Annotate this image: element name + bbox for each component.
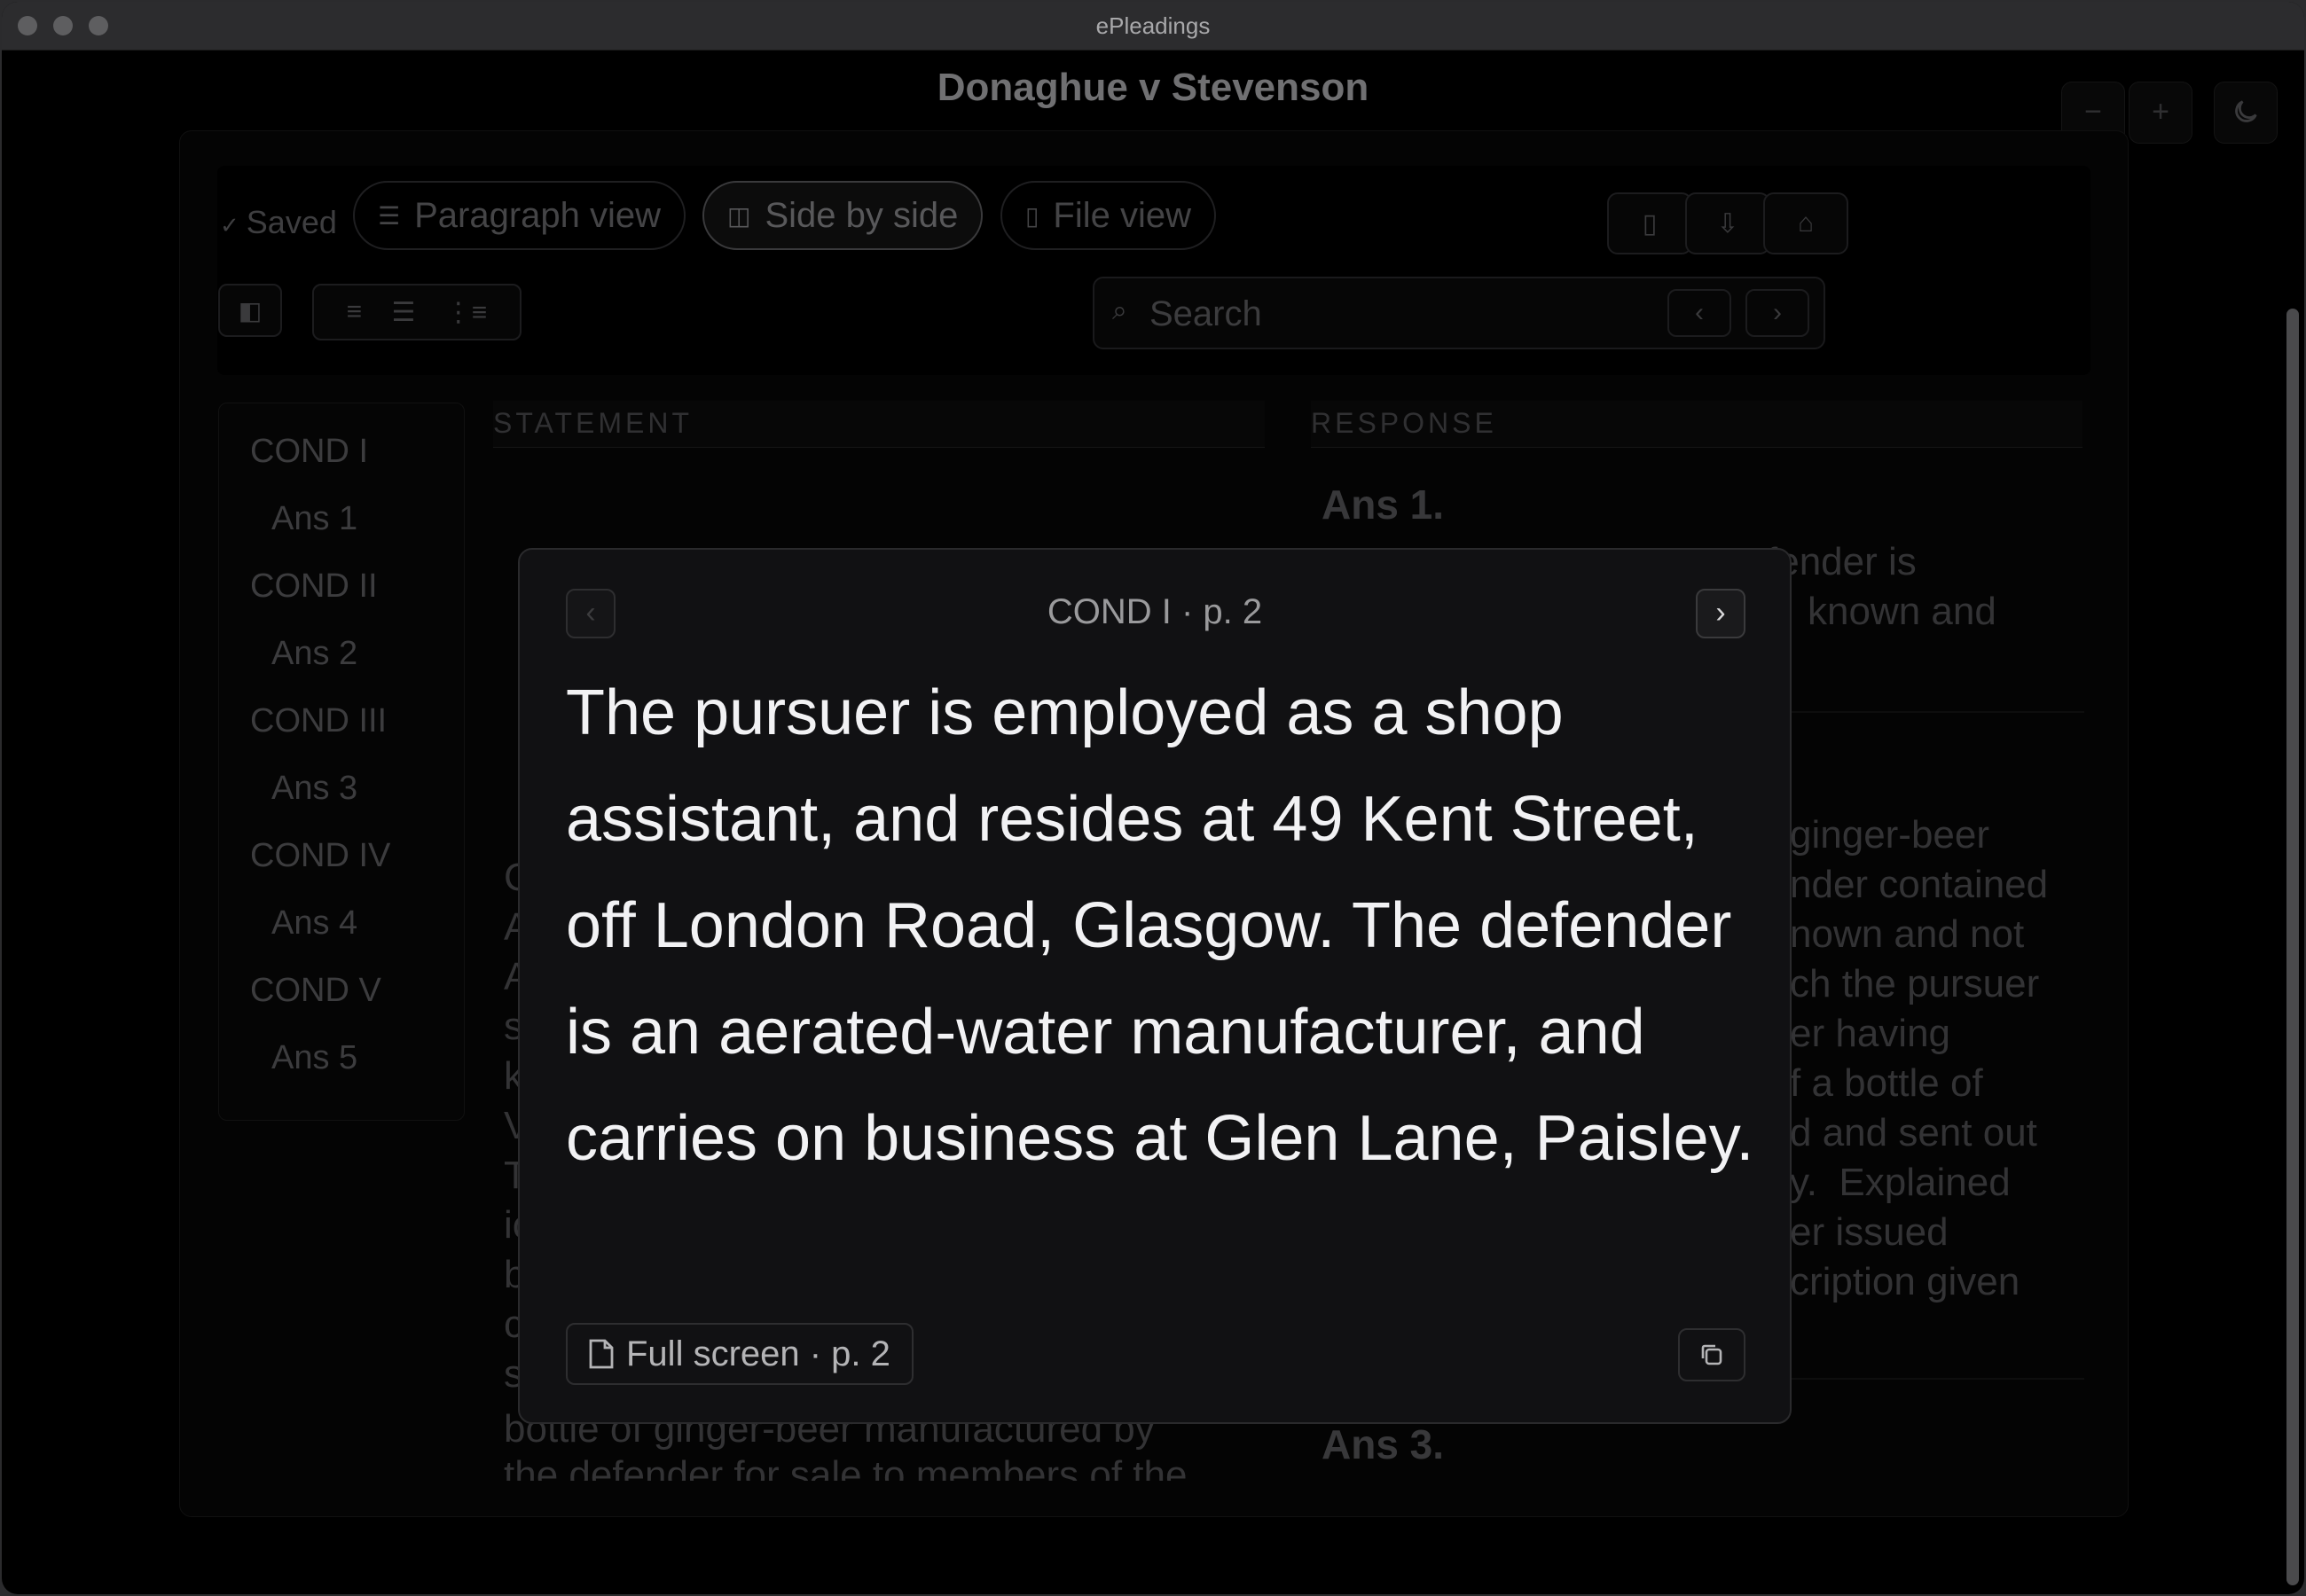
search-icon: ⌕: [1112, 296, 1127, 325]
export-button[interactable]: ⇩: [1685, 192, 1770, 254]
ans-2-line: ginger-beer: [1790, 813, 1990, 857]
sidebar-item-ans-2[interactable]: Ans 2: [271, 635, 357, 673]
ans-2-line: nder contained: [1790, 863, 2049, 906]
ans-2-line: nown and not: [1790, 912, 2025, 956]
paragraph-reference: COND I · p. 2: [1047, 592, 1263, 631]
ans-1-line: fender is: [1767, 540, 1917, 583]
ans-2-line: y. Explained: [1790, 1161, 2011, 1204]
sidebar-item-ans-4[interactable]: Ans 4: [271, 904, 357, 943]
paragraph-preview-modal: ‹ COND I · p. 2 › The pursuer is employe…: [518, 548, 1792, 1424]
columns-icon: ◫: [727, 201, 751, 230]
response-column-header: RESPONSE: [1311, 401, 2082, 448]
sidebar-item-cond-1[interactable]: COND I: [250, 433, 368, 471]
ans-2-line: d and sent out: [1790, 1111, 2037, 1154]
sidebar-item-ans-1[interactable]: Ans 1: [271, 500, 357, 538]
ans-2-line: cription given: [1790, 1260, 2020, 1303]
sidebar-item-cond-5[interactable]: COND V: [250, 972, 381, 1010]
file-export-icon: ⇩: [1716, 208, 1739, 239]
moon-icon: [2235, 100, 2257, 122]
paragraph-icon: ☰: [378, 201, 401, 230]
search-next-button[interactable]: ›: [1745, 289, 1809, 337]
sidebar-item-cond-2[interactable]: COND II: [250, 567, 378, 606]
check-icon: ✓: [220, 212, 239, 239]
ans-2-line: er issued: [1790, 1210, 1949, 1254]
align-center-icon[interactable]: ☰: [392, 297, 416, 328]
paragraph-text: The pursuer is employed as a shop assist…: [566, 677, 1754, 1174]
title-bar: ePleadings: [2, 2, 2304, 51]
sidebar-item-ans-5[interactable]: Ans 5: [271, 1039, 357, 1077]
zoom-in-button[interactable]: +: [2129, 82, 2192, 144]
ans-3-title: Ans 3.: [1322, 1421, 1445, 1467]
list-icon[interactable]: ⋮≡: [445, 297, 488, 328]
copy-button[interactable]: [1678, 1328, 1745, 1381]
file-icon: ▯: [1025, 201, 1039, 230]
sidebar-icon: ◧: [238, 296, 263, 325]
file-view-label: File view: [1053, 195, 1192, 235]
window-scrollbar[interactable]: [2286, 309, 2299, 1585]
paragraph-view-label: Paragraph view: [414, 195, 662, 235]
ans-1-line: known and: [1808, 590, 1996, 633]
statement-column-header: STATEMENT: [493, 401, 1265, 448]
sidebar-item-cond-4[interactable]: COND IV: [250, 837, 390, 875]
search-box[interactable]: ⌕ Search ‹ ›: [1093, 277, 1825, 349]
file-icon: [589, 1339, 614, 1369]
document-title: Donaghue v Stevenson: [937, 66, 1369, 109]
saved-label: Saved: [246, 204, 337, 240]
sidebar-toggle-button[interactable]: ◧: [218, 284, 282, 337]
document-button[interactable]: ▯: [1607, 192, 1692, 254]
full-screen-button[interactable]: Full screen · p. 2: [566, 1323, 914, 1385]
chevron-right-icon: ›: [1715, 596, 1726, 630]
search-previous-button[interactable]: ‹: [1667, 289, 1731, 337]
app-window: ePleadings Donaghue v Stevenson − + ✓ Sav…: [2, 2, 2304, 1594]
window-title: ePleadings: [1095, 12, 1211, 39]
ans-1-text: fender is known and: [1767, 537, 1996, 637]
ans-2-line: er having: [1790, 1012, 1951, 1055]
align-left-icon[interactable]: ≡: [347, 297, 363, 327]
statement-line: the defender for sale to members of the: [504, 1453, 1188, 1481]
ans-2-line: ch the pursuer: [1790, 962, 2040, 1005]
saved-status: ✓ Saved: [220, 204, 337, 241]
theme-toggle-button[interactable]: [2214, 82, 2278, 144]
file-view-button[interactable]: ▯ File view: [1000, 181, 1217, 250]
side-by-side-label: Side by side: [765, 195, 959, 235]
home-icon: ⌂: [1797, 208, 1815, 238]
home-button[interactable]: ⌂: [1763, 192, 1848, 254]
sidebar-item-ans-3[interactable]: Ans 3: [271, 770, 357, 808]
search-input[interactable]: Search: [1149, 294, 1262, 334]
document-icon: ▯: [1642, 208, 1658, 239]
ans-1-title: Ans 1.: [1322, 481, 1445, 528]
layout-options: ≡ ☰ ⋮≡: [312, 284, 522, 340]
side-by-side-button[interactable]: ◫ Side by side: [702, 181, 984, 250]
copy-icon: [1701, 1344, 1722, 1365]
ans-2-text: ginger-beer nder contained nown and not ch …: [1790, 810, 2048, 1307]
ans-2-line: f a bottle of: [1790, 1061, 1983, 1105]
full-screen-label: Full screen · p. 2: [626, 1334, 890, 1373]
paragraph-view-button[interactable]: ☰ Paragraph view: [353, 181, 686, 250]
next-paragraph-button[interactable]: ›: [1696, 589, 1745, 638]
sidebar-item-cond-3[interactable]: COND III: [250, 702, 387, 740]
